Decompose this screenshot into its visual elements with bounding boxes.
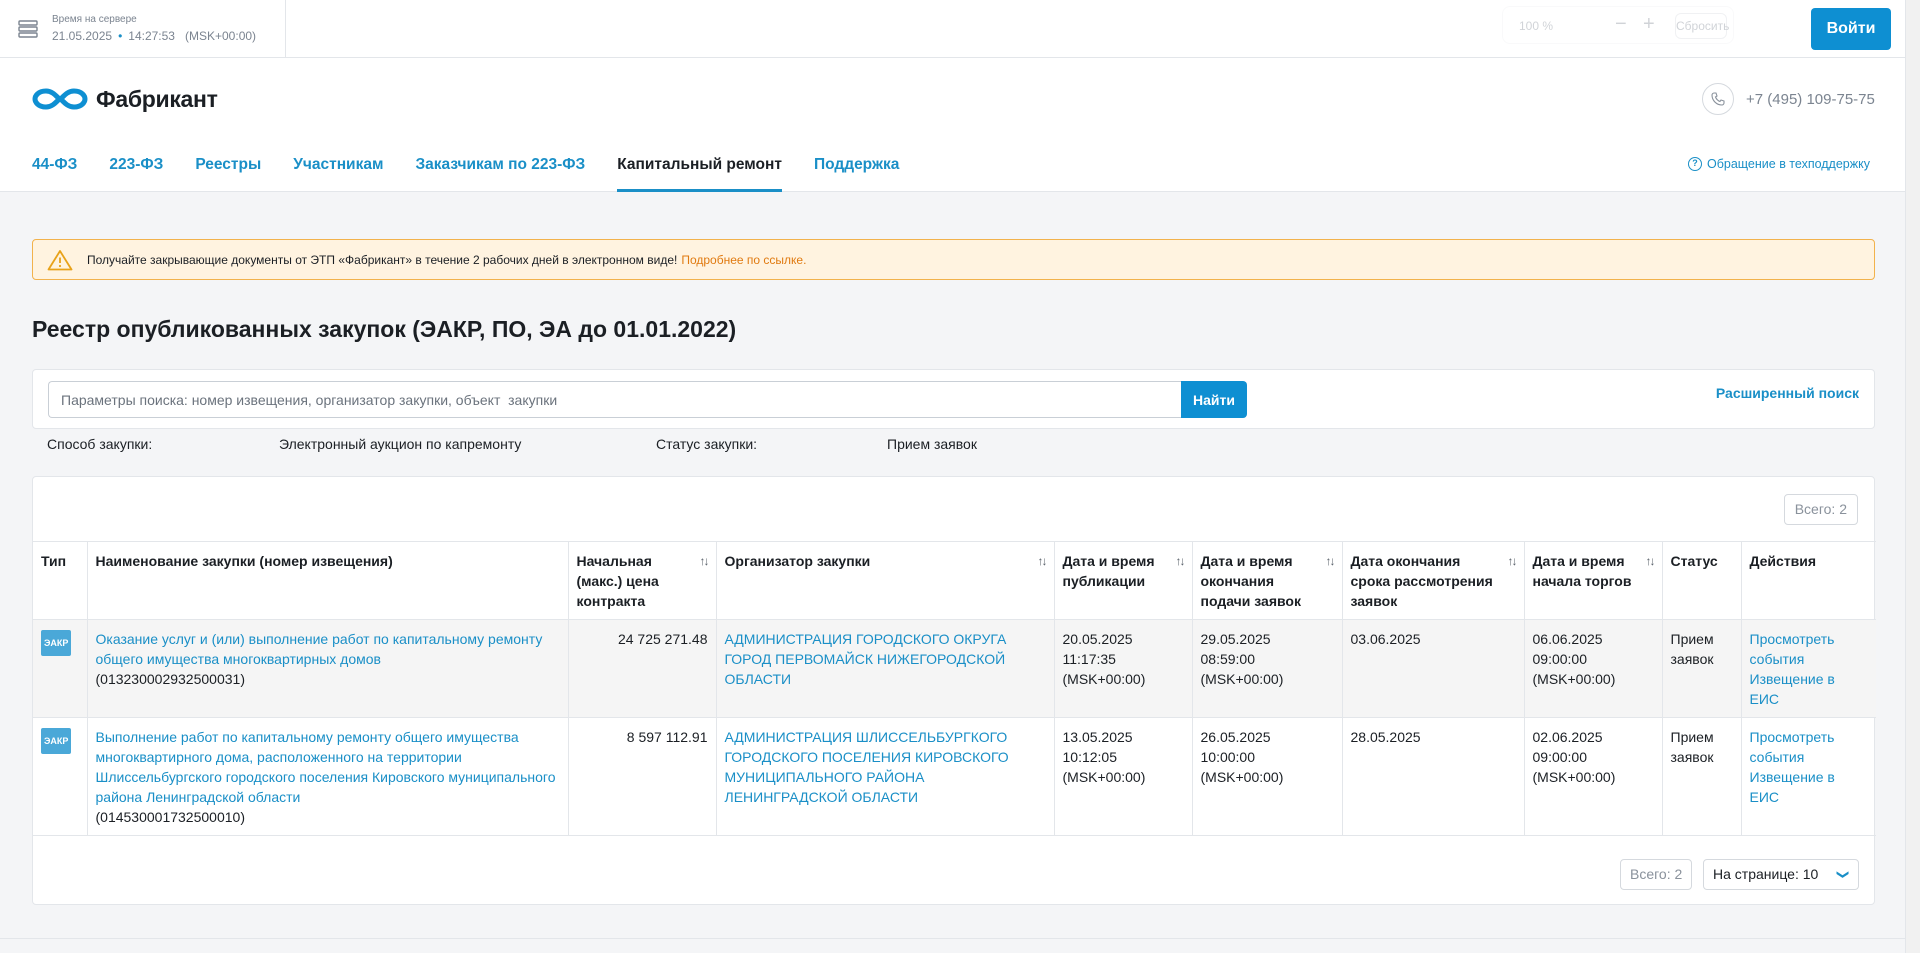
server-icon (18, 20, 38, 38)
chevron-down-icon: ❯ (1836, 869, 1851, 880)
header-submission-end[interactable]: Дата и время окончания подачи заявок ↑↓ (1192, 541, 1343, 620)
page-title: Реестр опубликованных закупок (ЭАКР, ПО,… (32, 316, 737, 342)
view-events-link[interactable]: Просмотреть события (1750, 729, 1835, 765)
sort-icon[interactable]: ↑↓ (1508, 551, 1518, 571)
nav-item-participants[interactable]: Участникам (293, 156, 383, 192)
nav-item-capital-repair[interactable]: Капитальный ремонт (617, 156, 782, 192)
main-nav: 44-ФЗ 223-ФЗ Реестры Участникам Заказчик… (32, 156, 931, 192)
procurement-name-link[interactable]: Оказание услуг и (или) выполнение работ … (96, 631, 543, 667)
header-price[interactable]: Начальная (макс.) цена контракта ↑↓ (568, 541, 717, 620)
review-end-cell: 03.06.2025 (1342, 619, 1525, 718)
support-request-link[interactable]: ? Обращение в техподдержку (1688, 157, 1870, 171)
notice-text: Получайте закрывающие документы от ЭТП «… (87, 252, 678, 267)
status-cell: Прием заявок (1662, 619, 1742, 718)
trading-start-cell: 06.06.2025 09:00:00 (MSK+00:00) (1524, 619, 1663, 718)
header-actions: Действия (1741, 541, 1876, 620)
status-cell: Прием заявок (1662, 717, 1742, 836)
logo-text: Фабрикант (96, 85, 218, 112)
total-count-badge: Всего: 2 (1783, 494, 1858, 525)
filter-status-value: Прием заявок (887, 436, 977, 452)
warning-icon (47, 249, 73, 270)
submission-end-cell: 26.05.2025 10:00:00 (MSK+00:00) (1192, 717, 1343, 836)
header-review-end[interactable]: Дата окончания срока рассмотрения заявок… (1342, 541, 1525, 620)
server-date: 21.05.2025 (52, 29, 113, 43)
support-request-label: Обращение в техподдержку (1707, 157, 1870, 171)
per-page-select[interactable]: На странице: 10 ❯ (1703, 859, 1859, 890)
header-type: Тип (33, 541, 88, 620)
nav-item-customers-223fz[interactable]: Заказчикам по 223-ФЗ (415, 156, 585, 192)
top-bar: Время на сервере 21.05.2025 • 14:27:53 (MS… (0, 0, 1905, 58)
logo[interactable]: Фабрикант (32, 84, 218, 114)
review-end-cell: 28.05.2025 (1342, 717, 1525, 836)
nav-item-registries[interactable]: Реестры (195, 156, 261, 192)
organizer-link[interactable]: АДМИНИСТРАЦИЯ ГОРОДСКОГО ОКРУГА ГОРОД ПЕ… (725, 631, 1007, 687)
zoom-control: 100 % − + Сбросить (1502, 6, 1734, 44)
published-cell: 13.05.2025 10:12:05 (MSK+00:00) (1054, 717, 1193, 836)
header-name: Наименование закупки (номер извещения) (87, 541, 569, 620)
phone-number[interactable]: +7 (495) 109-75-75 (1746, 91, 1875, 108)
help-icon: ? (1688, 157, 1702, 171)
sort-icon[interactable]: ↑↓ (1326, 551, 1336, 571)
eis-notice-link[interactable]: Извещение в ЕИС (1750, 671, 1835, 707)
per-page-label: На странице: 10 (1713, 866, 1819, 882)
type-badge: ЭАКР (41, 728, 72, 754)
total-count-footer: Всего: 2 (1620, 859, 1693, 890)
zoom-in-button[interactable]: + (1643, 13, 1655, 36)
sort-icon[interactable]: ↑↓ (700, 551, 710, 571)
zoom-out-button[interactable]: − (1615, 13, 1627, 36)
procurements-table: Тип Наименование закупки (номер извещени… (33, 541, 1876, 836)
procurement-name-link[interactable]: Выполнение работ по капитальному ремонту… (96, 729, 556, 805)
site-header: Фабрикант +7 (495) 109-75-75 44-ФЗ 223-Ф… (0, 58, 1905, 192)
sort-icon[interactable]: ↑↓ (1646, 551, 1656, 571)
organizer-link[interactable]: АДМИНИСТРАЦИЯ ШЛИССЕЛЬБУРГКОГО ГОРОДСКОГ… (725, 729, 1009, 805)
notice-number: (014530001732500010) (95, 809, 245, 825)
filter-method-label: Способ закупки: (47, 436, 153, 452)
server-time-label: Время на сервере (52, 14, 137, 25)
nav-item-223fz[interactable]: 223-ФЗ (109, 156, 163, 192)
separator-dot: • (118, 29, 123, 43)
advanced-search-link[interactable]: Расширенный поиск (1716, 385, 1859, 401)
nav-item-support[interactable]: Поддержка (814, 156, 899, 192)
table-header-row: Тип Наименование закупки (номер извещени… (33, 541, 1876, 620)
sort-icon[interactable]: ↑↓ (1038, 551, 1048, 571)
price-cell: 8 597 112.91 (568, 717, 717, 836)
zoom-value: 100 % (1519, 19, 1554, 33)
type-badge: ЭАКР (41, 630, 72, 656)
nav-item-44fz[interactable]: 44-ФЗ (32, 156, 77, 192)
header-organizer[interactable]: Организатор закупки ↑↓ (716, 541, 1055, 620)
logo-mark-icon (32, 88, 88, 110)
page-scrollbar[interactable] (1905, 0, 1920, 953)
header-published[interactable]: Дата и время публикации ↑↓ (1054, 541, 1193, 620)
footer-divider (0, 938, 1905, 939)
notice-banner: Получайте закрывающие документы от ЭТП «… (32, 239, 1875, 280)
table-row: ЭАКР Оказание услуг и (или) выполнение р… (33, 619, 1876, 718)
results-panel: Всего: 2 Тип Наименование закупки (номер… (32, 476, 1876, 905)
server-time-value: 21.05.2025 • 14:27:53 (MSK+00:00) (52, 29, 256, 43)
notice-more-link[interactable]: Подробнее по ссылке. (681, 253, 806, 267)
header-status: Статус (1662, 541, 1742, 620)
published-cell: 20.05.2025 11:17:35 (MSK+00:00) (1054, 619, 1193, 718)
server-timezone: (MSK+00:00) (185, 29, 257, 43)
server-clock: 14:27:53 (128, 29, 175, 43)
login-button[interactable]: Войти (1811, 8, 1891, 50)
filter-method-value: Электронный аукцион по капремонту (279, 436, 522, 452)
trading-start-cell: 02.06.2025 09:00:00 (MSK+00:00) (1524, 717, 1663, 836)
filter-status-label: Статус закупки: (656, 436, 758, 452)
price-cell: 24 725 271.48 (568, 619, 717, 718)
submission-end-cell: 29.05.2025 08:59:00 (MSK+00:00) (1192, 619, 1343, 718)
view-events-link[interactable]: Просмотреть события (1750, 631, 1835, 667)
table-row: ЭАКР Выполнение работ по капитальному ре… (33, 717, 1876, 836)
server-time-panel: Время на сервере 21.05.2025 • 14:27:53 (MS… (0, 0, 286, 58)
zoom-reset-button[interactable]: Сбросить (1675, 13, 1729, 39)
sort-icon[interactable]: ↑↓ (1176, 551, 1186, 571)
search-panel: Найти Расширенный поиск (32, 369, 1875, 429)
search-button[interactable]: Найти (1181, 381, 1247, 418)
phone-icon (1702, 83, 1734, 115)
header-trading-start[interactable]: Дата и время начала торгов ↑↓ (1524, 541, 1663, 620)
notice-number: (013230002932500031) (95, 671, 245, 687)
search-input[interactable] (48, 381, 1181, 418)
eis-notice-link[interactable]: Извещение в ЕИС (1750, 769, 1835, 805)
